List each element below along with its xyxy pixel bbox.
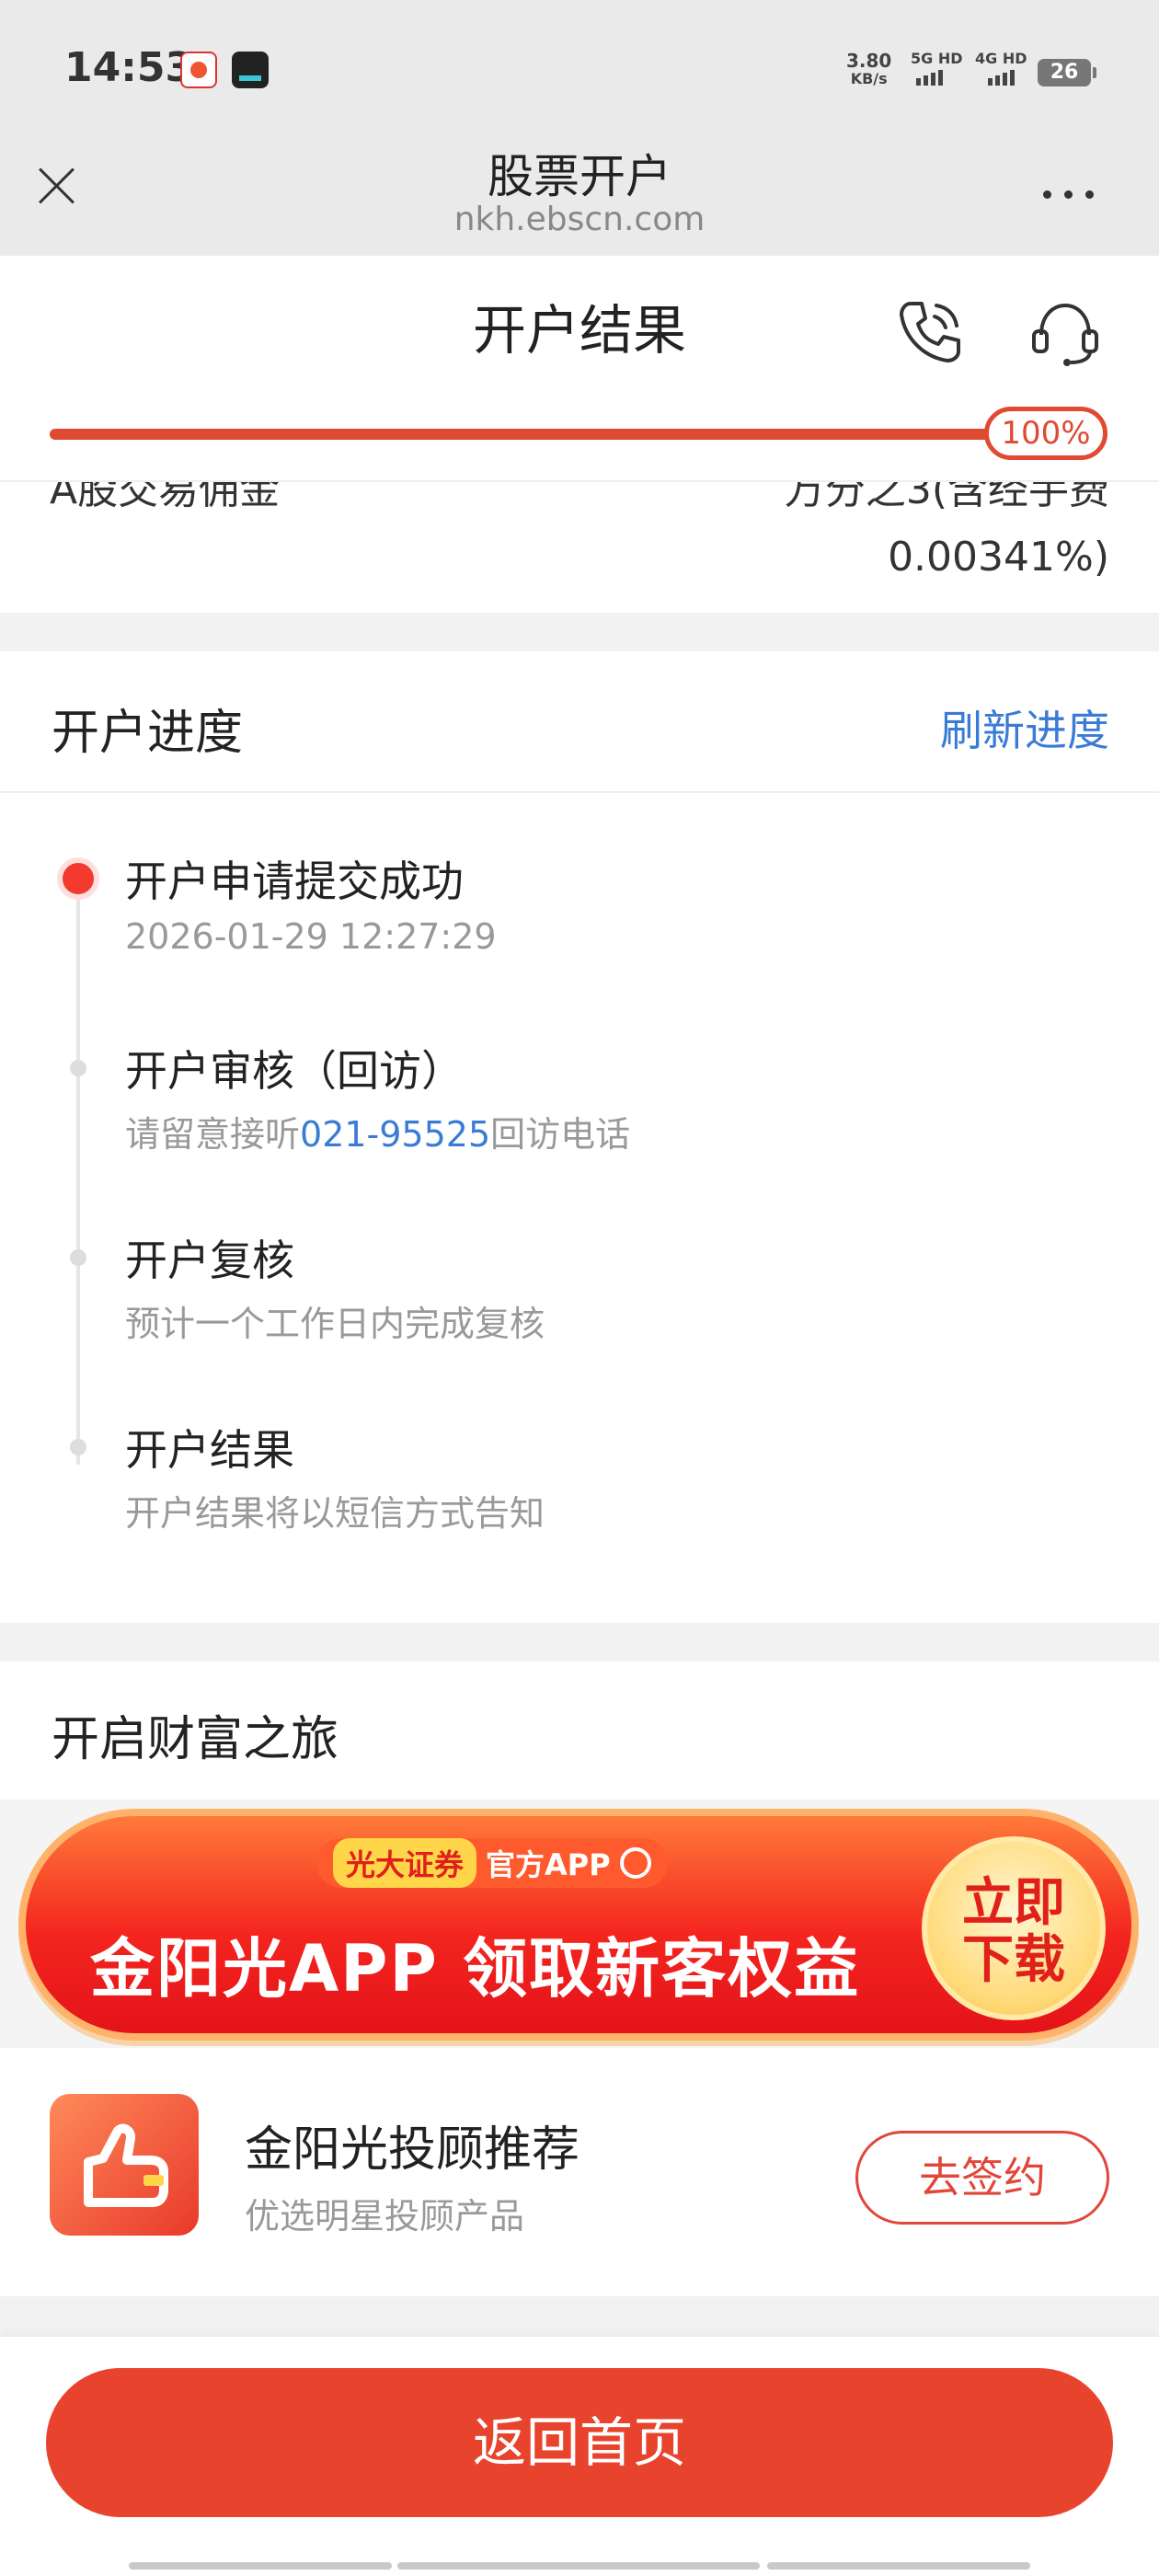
refresh-progress-link[interactable]: 刷新进度 [940, 697, 1109, 758]
step-title: 开户审核（回访） [125, 1046, 464, 1096]
gesture-bar [767, 2562, 1030, 2570]
page-title: 开户结果 [472, 299, 686, 362]
download-cta-line2: 下载 [962, 1930, 1065, 1990]
fee-value-line2: 0.00341%) [888, 534, 1109, 581]
status-time: 14:53 [64, 44, 194, 91]
promo-banner-wrap: 光大证券 官方APP 金阳光APP 领取新客权益 立即 下载 [0, 1800, 1159, 2048]
progress-bar: 100% [50, 407, 1107, 460]
progress-section: 开户进度 刷新进度 开户申请提交成功 2026-01-29 12:27:29 开… [0, 651, 1159, 1623]
bottom-bar: 返回首页 [0, 2337, 1159, 2576]
product-subtitle: 优选明星投顾产品 [245, 2196, 525, 2237]
banner-brand: 光大证券 [333, 1838, 477, 1888]
return-home-button[interactable]: 返回首页 [46, 2368, 1113, 2517]
browser-title: 股票开户 [488, 150, 671, 203]
step-desc: 2026-01-29 12:27:29 [125, 916, 497, 957]
step-title: 开户结果 [125, 1425, 294, 1475]
promo-banner[interactable]: 光大证券 官方APP 金阳光APP 领取新客权益 立即 下载 [18, 1809, 1139, 2041]
customer-service-icon[interactable] [1028, 296, 1102, 370]
step-desc-suffix: 回访电话 [490, 1114, 631, 1155]
fee-value-line1: 万分之3(含经手费 [784, 482, 1109, 513]
progress-section-header: 开户进度 刷新进度 [0, 651, 1159, 793]
network-type-5g: 5G HD [911, 50, 963, 67]
signal-icon-2 [988, 70, 1015, 86]
more-icon[interactable] [1043, 180, 1117, 208]
banner-official-label: 官方APP [486, 1847, 611, 1882]
step-desc: 预计一个工作日内完成复核 [125, 1304, 545, 1344]
verified-check-icon [619, 1847, 651, 1879]
progress-fill [50, 429, 1106, 440]
banner-tag: 光大证券 官方APP [316, 1838, 668, 1888]
step-title: 开户申请提交成功 [125, 857, 464, 906]
download-now-button[interactable]: 立即 下载 [922, 1836, 1106, 2020]
network-speed-unit: KB/s [850, 70, 888, 87]
fee-label: A股交易佣金 [50, 482, 281, 513]
download-cta-line1: 立即 [962, 1873, 1065, 1933]
browser-url: nkh.ebscn.com [453, 201, 706, 238]
timeline-dot [70, 1439, 86, 1455]
gesture-bar [129, 2562, 392, 2570]
timeline-dot-active [57, 857, 99, 900]
page-header: 开户结果 100% [0, 256, 1159, 482]
thumbs-up-icon [50, 2094, 199, 2236]
callback-phone-link[interactable]: 021-95525 [300, 1114, 490, 1155]
battery-icon: 26 [1038, 59, 1096, 86]
wealth-section-title: 开启财富之旅 [52, 1712, 339, 1767]
timeline-dot [70, 1249, 86, 1266]
timeline-dot [70, 1060, 86, 1076]
signal-icon [916, 70, 943, 86]
product-row[interactable]: 金阳光投顾推荐 优选明星投顾产品 去签约 [0, 2048, 1159, 2296]
banner-headline: 金阳光APP 领取新客权益 [90, 1931, 861, 2007]
step-desc: 开户结果将以短信方式告知 [125, 1493, 545, 1534]
step-desc-prefix: 请留意接听 [125, 1114, 301, 1155]
notification-app-icon [180, 52, 217, 88]
fee-card: A股交易佣金 万分之3(含经手费 0.00341%) [0, 482, 1159, 613]
network-type-4g: 4G HD [975, 50, 1027, 67]
notification-app-icon-2 [232, 52, 269, 88]
progress-badge: 100% [984, 407, 1107, 460]
network-speed: 3.80 KB/s [846, 52, 891, 88]
status-bar: 14:53 3.80 KB/s 5G HD 4G HD 26 [0, 0, 1159, 138]
step-title: 开户复核 [125, 1236, 294, 1285]
step-desc: 请留意接听021-95525回访电话 [125, 1106, 630, 1156]
product-name: 金阳光投顾推荐 [245, 2122, 580, 2178]
progress-section-title: 开户进度 [52, 706, 244, 761]
network-speed-value: 3.80 [846, 50, 892, 72]
phone-icon[interactable] [894, 296, 966, 368]
browser-bar: 股票开户 nkh.ebscn.com [0, 138, 1159, 256]
sign-contract-button[interactable]: 去签约 [855, 2131, 1109, 2225]
gesture-bar [397, 2562, 760, 2570]
wealth-section: 开启财富之旅 光大证券 官方APP 金阳光APP 领取新客权益 立即 下载 金阳… [0, 1662, 1159, 2296]
timeline-line [76, 898, 80, 1465]
